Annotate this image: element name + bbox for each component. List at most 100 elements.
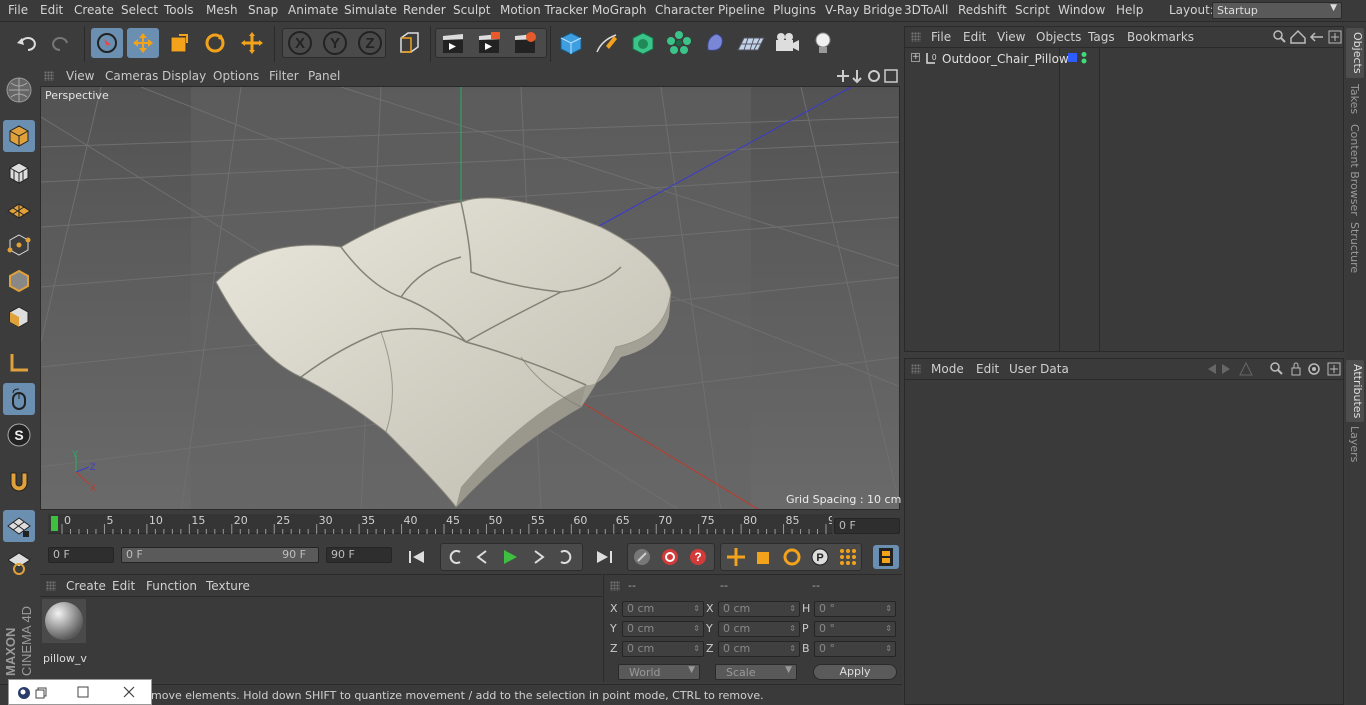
go-to-end-button[interactable]: [591, 545, 617, 569]
make-editable-button[interactable]: [3, 74, 35, 106]
coordinate-value-field[interactable]: 0 cm ⇕: [718, 601, 800, 617]
object-row[interactable]: + 0 Outdoor_Chair_Pillow: [907, 51, 1341, 69]
stepper-icon[interactable]: ⇕: [693, 642, 700, 656]
points-mode-button[interactable]: [3, 229, 35, 261]
attribute-manager-tools[interactable]: [1200, 361, 1344, 377]
coordinate-value-field[interactable]: 0 ° ⇕: [814, 621, 896, 637]
object-menu-view[interactable]: View: [997, 30, 1025, 44]
coordinate-mode-dropdown[interactable]: Scale ▼: [715, 664, 797, 680]
object-name[interactable]: Outdoor_Chair_Pillow: [942, 52, 1069, 66]
visibility-dots-icon[interactable]: [1080, 51, 1088, 65]
parameter-key-button[interactable]: P: [807, 545, 833, 569]
play-button[interactable]: [497, 545, 523, 569]
menu-mograph[interactable]: MoGraph: [592, 3, 647, 17]
current-frame-field[interactable]: 0 F: [834, 518, 900, 534]
attribute-menu-edit[interactable]: Edit: [976, 362, 999, 376]
perspective-viewport[interactable]: Y Z X: [40, 86, 900, 510]
cinema4d-app-icon[interactable]: [17, 686, 31, 700]
redo-button[interactable]: [46, 28, 78, 58]
viewport-menu-options[interactable]: Options: [213, 69, 259, 83]
object-menu-file[interactable]: File: [931, 30, 951, 44]
camera-button[interactable]: [771, 28, 803, 58]
timeline-ruler[interactable]: 0 5 10 15 20 25 30 35 40 45 50 55 60 65 70 75 80 85 90: [48, 514, 842, 534]
next-key-button[interactable]: [553, 545, 579, 569]
tab-takes[interactable]: Takes: [1348, 84, 1361, 114]
object-menu-edit[interactable]: Edit: [963, 30, 986, 44]
menu-3dtoall[interactable]: 3DToAll: [904, 3, 948, 17]
object-menu-tags[interactable]: Tags: [1088, 30, 1115, 44]
stepper-icon[interactable]: ⇕: [789, 622, 796, 636]
material-menu-edit[interactable]: Edit: [112, 579, 135, 593]
close-icon[interactable]: [123, 686, 135, 698]
rotation-key-button[interactable]: [779, 545, 805, 569]
menu-simulate[interactable]: Simulate: [344, 3, 397, 17]
end-frame-field[interactable]: 90 F: [326, 547, 392, 563]
stepper-icon[interactable]: ⇕: [693, 622, 700, 636]
layer-color-swatch[interactable]: [1068, 53, 1077, 62]
viewport-menu-display[interactable]: Display: [162, 69, 206, 83]
rotate-tool-button[interactable]: [199, 28, 231, 58]
polygons-mode-button[interactable]: [3, 301, 35, 333]
menu-window[interactable]: Window: [1058, 3, 1105, 17]
layout-dropdown[interactable]: Startup ▼: [1212, 2, 1342, 19]
live-selection-button[interactable]: [91, 28, 123, 58]
go-to-start-button[interactable]: [404, 545, 430, 569]
timeline[interactable]: 0 5 10 15 20 25 30 35 40 45 50 55 60 65 70 75 80 85 90 0 F: [40, 512, 902, 544]
viewport-menu-filter[interactable]: Filter: [269, 69, 299, 83]
viewport-menu-panel[interactable]: Panel: [308, 69, 340, 83]
viewport-nav-icons[interactable]: [835, 68, 899, 84]
tab-content-browser[interactable]: Content Browser: [1348, 124, 1361, 216]
object-menu-objects[interactable]: Objects: [1036, 30, 1081, 44]
autokeying-button[interactable]: [657, 545, 683, 569]
coordinate-value-field[interactable]: 0 cm ⇕: [718, 621, 800, 637]
stepper-icon[interactable]: ⇕: [693, 602, 700, 616]
next-frame-button[interactable]: [525, 545, 551, 569]
expand-icon[interactable]: +: [911, 53, 920, 62]
coordinate-value-field[interactable]: 0 ° ⇕: [814, 641, 896, 657]
cloner-button[interactable]: [663, 28, 695, 58]
menu-mesh[interactable]: Mesh: [206, 3, 238, 17]
z-axis-lock-button[interactable]: Z: [354, 28, 386, 58]
menu-character[interactable]: Character: [655, 3, 714, 17]
snap-button[interactable]: [3, 466, 35, 498]
coordinate-value-field[interactable]: 0 cm ⇕: [622, 621, 704, 637]
stepper-icon[interactable]: ⇕: [789, 642, 796, 656]
menu-script[interactable]: Script: [1015, 3, 1050, 17]
cube-button[interactable]: [555, 28, 587, 58]
menu-help[interactable]: Help: [1116, 3, 1143, 17]
tab-structure[interactable]: Structure: [1348, 222, 1361, 273]
object-manager-tools[interactable]: [1271, 29, 1343, 45]
apply-button[interactable]: Apply: [813, 664, 897, 680]
material-menu-texture[interactable]: Texture: [206, 579, 250, 593]
tweak-mode-button[interactable]: [3, 383, 35, 415]
grid-snap-button[interactable]: [3, 510, 35, 542]
render-settings-button[interactable]: [509, 28, 541, 58]
previous-key-button[interactable]: [442, 545, 468, 569]
render-view-button[interactable]: [437, 28, 469, 58]
enable-quantizing-button[interactable]: [3, 547, 35, 579]
coordinate-value-field[interactable]: 0 cm ⇕: [622, 601, 704, 617]
menu-edit[interactable]: Edit: [40, 3, 63, 17]
menu-pipeline[interactable]: Pipeline: [718, 3, 765, 17]
tab-objects[interactable]: Objects: [1346, 28, 1364, 78]
menu-render[interactable]: Render: [403, 3, 446, 17]
undo-button[interactable]: [10, 28, 42, 58]
menu-plugins[interactable]: Plugins: [773, 3, 816, 17]
stepper-icon[interactable]: ⇕: [885, 602, 892, 616]
menu-animate[interactable]: Animate: [288, 3, 338, 17]
material-menu-function[interactable]: Function: [146, 579, 197, 593]
keyframe-selection-button[interactable]: ?: [685, 545, 711, 569]
viewport-menu-cameras[interactable]: Cameras: [105, 69, 158, 83]
maximize-icon[interactable]: [77, 686, 89, 698]
pen-spline-button[interactable]: [591, 28, 623, 58]
object-menu-bookmarks[interactable]: Bookmarks: [1127, 30, 1194, 44]
start-frame-field[interactable]: 0 F: [48, 547, 114, 563]
menu-vray-bridge[interactable]: V-Ray Bridge: [825, 3, 902, 17]
coordinate-value-field[interactable]: 0 cm ⇕: [622, 641, 704, 657]
point-level-key-button[interactable]: [835, 545, 861, 569]
tab-layers[interactable]: Layers: [1348, 426, 1361, 462]
deformer-button[interactable]: [699, 28, 731, 58]
playhead-marker[interactable]: [51, 516, 58, 531]
render-picture-viewer-button[interactable]: [473, 28, 505, 58]
tab-attributes[interactable]: Attributes: [1346, 360, 1364, 423]
